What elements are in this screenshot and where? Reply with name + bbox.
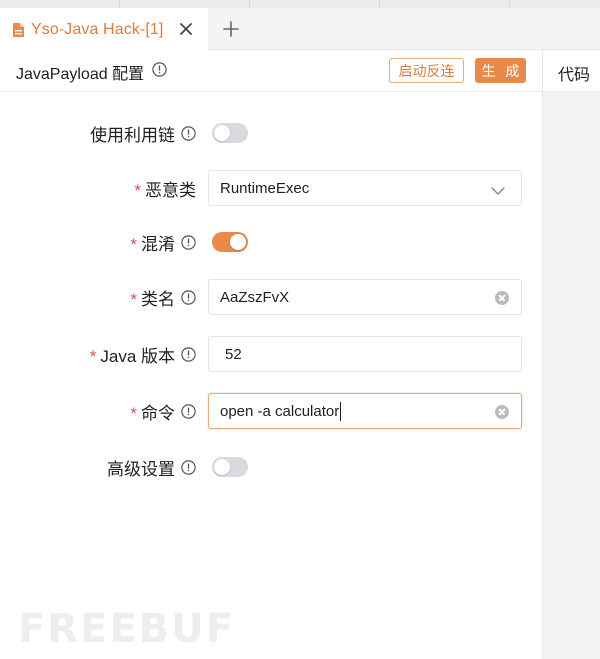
command-value: open -a calculator <box>220 402 340 420</box>
generate-button[interactable]: 生 成 <box>475 58 526 83</box>
form-row-use-chain: 使用利用链 <box>0 115 542 151</box>
freebuf-watermark: FREEBUF <box>18 606 236 652</box>
close-icon[interactable] <box>178 21 194 37</box>
form-row-command: * 命令 open -a calculator <box>0 393 542 429</box>
malicious-class-select[interactable]: RuntimeExec <box>208 170 522 206</box>
tab-yso-java-hack[interactable]: Yso-Java Hack-[1] <box>0 8 208 51</box>
info-icon[interactable] <box>181 346 196 362</box>
required-mark: * <box>134 180 141 200</box>
info-icon[interactable] <box>181 125 196 141</box>
malicious-class-value: RuntimeExec <box>220 179 310 197</box>
form-row-java-version: * Java 版本 52 <box>0 336 542 372</box>
class-name-input[interactable]: AaZszFvX <box>208 279 522 315</box>
form-row-malicious-class: * 恶意类 RuntimeExec <box>0 170 542 206</box>
form-row-class-name: * 类名 AaZszFvX <box>0 279 542 315</box>
advanced-label: 高级设置 <box>107 459 175 479</box>
info-icon[interactable] <box>181 289 196 305</box>
config-header: JavaPayload 配置 启动反连 生 成 <box>0 50 542 92</box>
window-top-strip <box>0 0 600 8</box>
chevron-down-icon <box>491 183 505 195</box>
required-mark: * <box>130 289 137 309</box>
obfuscate-toggle[interactable] <box>212 232 248 252</box>
clear-icon[interactable] <box>495 291 509 305</box>
class-name-value: AaZszFvX <box>220 288 290 306</box>
add-tab-icon[interactable] <box>222 20 240 38</box>
form-row-advanced: 高级设置 <box>0 449 542 485</box>
obfuscate-label: 混淆 <box>141 234 175 254</box>
java-version-input[interactable]: 52 <box>208 336 522 372</box>
form-row-obfuscate: * 混淆 <box>0 224 542 260</box>
code-panel-header: 代码 <box>543 50 600 92</box>
text-caret <box>340 401 342 421</box>
start-reverse-connect-button[interactable]: 启动反连 <box>389 58 464 83</box>
info-icon[interactable] <box>152 62 167 77</box>
code-panel: 代码 <box>542 50 600 659</box>
command-input[interactable]: open -a calculator <box>208 393 522 429</box>
clear-icon[interactable] <box>495 405 509 419</box>
advanced-toggle[interactable] <box>212 457 248 477</box>
document-icon <box>12 22 25 38</box>
java-version-label: Java 版本 <box>100 346 175 366</box>
info-icon[interactable] <box>181 459 196 475</box>
malicious-class-label: 恶意类 <box>145 180 196 200</box>
use-chain-label: 使用利用链 <box>90 125 175 145</box>
tab-label: Yso-Java Hack-[1] <box>31 20 164 38</box>
page-title: JavaPayload 配置 <box>16 66 145 83</box>
use-chain-toggle[interactable] <box>212 123 248 143</box>
java-version-value: 52 <box>225 345 242 363</box>
command-label: 命令 <box>141 403 175 423</box>
tab-bar: Yso-Java Hack-[1] <box>0 8 600 51</box>
info-icon[interactable] <box>181 234 196 250</box>
code-panel-title: 代码 <box>558 67 591 84</box>
info-icon[interactable] <box>181 403 196 419</box>
required-mark: * <box>89 346 97 366</box>
class-name-label: 类名 <box>141 289 175 309</box>
required-mark: * <box>130 234 137 254</box>
required-mark: * <box>130 403 137 423</box>
